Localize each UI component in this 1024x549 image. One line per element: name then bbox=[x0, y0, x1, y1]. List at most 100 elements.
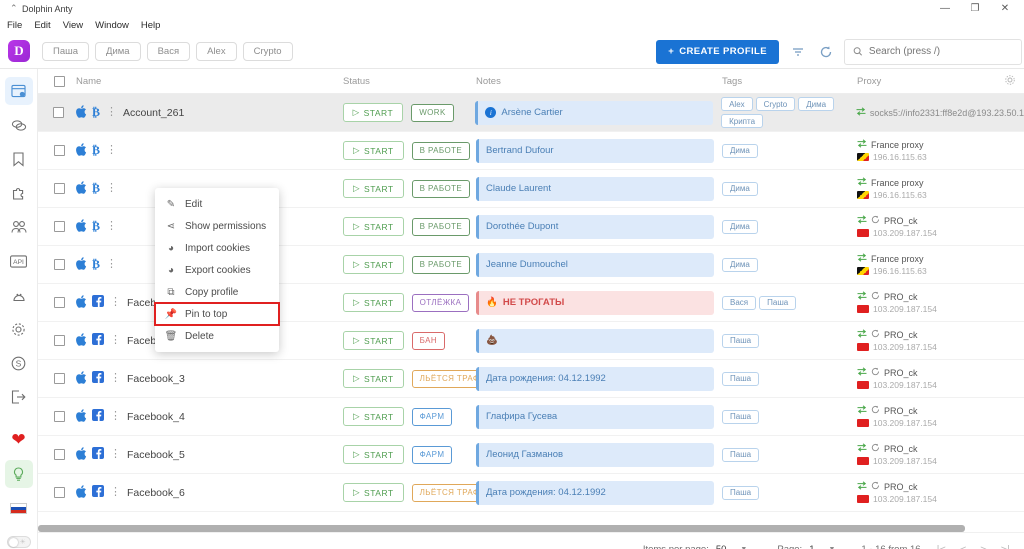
tag-chip[interactable]: Дима bbox=[722, 143, 758, 158]
search-box[interactable] bbox=[844, 38, 1022, 65]
context-menu-item-delete[interactable]: 🗑 Delete bbox=[155, 325, 279, 347]
start-button[interactable]: ▷ START bbox=[343, 141, 404, 160]
filter-chip[interactable]: Вася bbox=[146, 41, 191, 61]
header-proxy[interactable]: Proxy bbox=[853, 74, 1024, 89]
first-page-button[interactable]: |< bbox=[937, 544, 946, 549]
start-button[interactable]: ▷ START bbox=[342, 103, 404, 122]
row-menu-icon[interactable]: ⋮ bbox=[110, 373, 121, 384]
profile-name-cell[interactable]: ⋮ Facebook_4 bbox=[68, 408, 343, 425]
favorites-icon[interactable]: ❤ bbox=[5, 426, 33, 454]
row-menu-icon[interactable]: ⋮ bbox=[106, 259, 117, 270]
notes-cell[interactable]: Леонид Газманов bbox=[476, 442, 720, 467]
row-checkbox[interactable] bbox=[53, 487, 65, 498]
row-menu-icon[interactable]: ⋮ bbox=[110, 449, 121, 460]
tag-chip[interactable]: Паша bbox=[722, 409, 760, 424]
start-button[interactable]: ▷ START bbox=[343, 255, 404, 274]
notes-cell[interactable]: Jeanne Dumouchel bbox=[476, 252, 720, 277]
tag-chip[interactable]: Дима bbox=[722, 219, 758, 234]
proxy-cell[interactable]: PRO_ck 103.209.187.154 bbox=[853, 291, 1024, 314]
note-chip[interactable]: Claude Laurent bbox=[476, 176, 714, 201]
app-logo[interactable]: D bbox=[0, 40, 38, 62]
menu-window[interactable]: Window bbox=[95, 20, 129, 31]
note-chip[interactable]: Дата рождения: 04.12.1992 bbox=[476, 366, 714, 391]
start-button[interactable]: ▷ START bbox=[343, 217, 404, 236]
notes-cell[interactable]: Claude Laurent bbox=[476, 176, 720, 201]
row-checkbox[interactable] bbox=[53, 259, 65, 270]
proxy-cell[interactable]: PRO_ck 103.209.187.154 bbox=[853, 329, 1024, 352]
notes-cell[interactable]: 🔥 НЕ ТРОГАТЫ bbox=[476, 290, 720, 315]
row-select-cell[interactable] bbox=[38, 449, 68, 460]
table-row[interactable]: ₿ ⋮ ▷ START В РАБОТЕ Bertrand Dufour Дима Franc… bbox=[38, 132, 1024, 170]
filter-icon[interactable] bbox=[788, 42, 807, 61]
status-badge[interactable]: ФАРМ bbox=[411, 407, 453, 426]
next-page-button[interactable]: > bbox=[980, 544, 986, 549]
status-badge[interactable]: В РАБОТЕ bbox=[411, 141, 471, 160]
notes-cell[interactable]: i Arsène Cartier bbox=[475, 100, 719, 125]
minimize-button[interactable]: — bbox=[930, 0, 960, 17]
header-select-all[interactable] bbox=[38, 75, 68, 87]
start-button[interactable]: ▷ START bbox=[343, 483, 404, 502]
row-checkbox[interactable] bbox=[53, 107, 65, 118]
extensions-icon[interactable] bbox=[5, 179, 33, 207]
logout-icon[interactable] bbox=[5, 383, 33, 411]
proxy-cell[interactable]: PRO_ck 103.209.187.154 bbox=[853, 481, 1024, 504]
row-select-cell[interactable] bbox=[38, 373, 68, 384]
team-icon[interactable] bbox=[5, 213, 33, 241]
context-menu-item-edit[interactable]: ✎ Edit bbox=[155, 193, 279, 215]
menu-view[interactable]: View bbox=[63, 20, 83, 31]
browser-profiles-icon[interactable] bbox=[4, 77, 33, 105]
tips-icon[interactable] bbox=[4, 460, 33, 488]
table-row[interactable]: ⋮ Facebook_3 ▷ START ЛЬЁТСЯ ТРАФ Дата рождени… bbox=[38, 360, 1024, 398]
context-menu-item-export-cookies[interactable]: ◕ Export cookies bbox=[155, 259, 279, 281]
row-checkbox[interactable] bbox=[53, 183, 65, 194]
table-row[interactable]: ⋮ Facebook_5 ▷ START ФАРМ Леонид Газманов Паша… bbox=[38, 436, 1024, 474]
profile-name-cell[interactable]: ⋮ Facebook_6 bbox=[68, 484, 343, 501]
start-button[interactable]: ▷ START bbox=[343, 369, 404, 388]
automation-icon[interactable] bbox=[5, 281, 33, 309]
status-badge[interactable]: В РАБОТЕ bbox=[411, 179, 471, 198]
note-chip[interactable]: Дата рождения: 04.12.1992 bbox=[476, 480, 714, 505]
status-badge[interactable]: В РАБОТЕ bbox=[411, 255, 471, 274]
proxy-cell[interactable]: PRO_ck 103.209.187.154 bbox=[853, 367, 1024, 390]
row-checkbox[interactable] bbox=[53, 373, 65, 384]
notes-cell[interactable]: Дата рождения: 04.12.1992 bbox=[476, 366, 720, 391]
tag-chip[interactable]: Вася bbox=[722, 295, 757, 310]
start-button[interactable]: ▷ START bbox=[343, 179, 404, 198]
filter-chip[interactable]: Alex bbox=[196, 41, 237, 61]
status-badge[interactable]: ОТЛЁЖКА bbox=[411, 293, 470, 312]
theme-toggle[interactable]: ☀ bbox=[5, 528, 33, 549]
page-select[interactable]: 1 ▼ bbox=[809, 544, 835, 549]
table-row[interactable]: ⋮ Facebook_6 ▷ START ЛЬЁТСЯ ТРАФ Дата рождени… bbox=[38, 474, 1024, 512]
start-button[interactable]: ▷ START bbox=[343, 407, 404, 426]
row-menu-icon[interactable]: ⋮ bbox=[110, 487, 121, 498]
cookies-icon[interactable] bbox=[5, 111, 33, 139]
last-page-button[interactable]: >| bbox=[1001, 544, 1010, 549]
scrollbar-thumb[interactable] bbox=[38, 525, 965, 532]
status-badge[interactable]: БАН bbox=[411, 331, 446, 350]
row-menu-icon[interactable]: ⋮ bbox=[106, 145, 117, 156]
notes-cell[interactable]: Bertrand Dufour bbox=[476, 138, 720, 163]
profile-name-cell[interactable]: ⋮ Facebook_5 bbox=[68, 446, 343, 463]
prev-page-button[interactable]: < bbox=[960, 544, 966, 549]
tag-chip[interactable]: Паша bbox=[722, 485, 760, 500]
notes-cell[interactable]: Глафира Гусева bbox=[476, 404, 720, 429]
proxy-cell[interactable]: PRO_ck 103.209.187.154 bbox=[853, 215, 1024, 238]
row-select-cell[interactable] bbox=[38, 107, 68, 118]
row-select-cell[interactable] bbox=[38, 183, 68, 194]
status-badge[interactable]: В РАБОТЕ bbox=[411, 217, 471, 236]
tag-chip[interactable]: Дима bbox=[722, 257, 758, 272]
tag-chip[interactable]: Дима bbox=[798, 97, 835, 111]
proxy-cell[interactable]: socks5://info2331:ff8e2d@193.23.50.1 bbox=[852, 107, 1024, 118]
api-icon[interactable]: API bbox=[5, 247, 33, 275]
profile-name-cell[interactable]: ₿ ⋮ Account_261 bbox=[68, 104, 343, 121]
header-notes[interactable]: Notes bbox=[476, 76, 720, 87]
header-name[interactable]: Name bbox=[68, 76, 343, 87]
header-status[interactable]: Status bbox=[343, 76, 476, 87]
tag-chip[interactable]: Паша bbox=[759, 295, 797, 310]
tag-chip[interactable]: Паша bbox=[722, 371, 760, 386]
notes-cell[interactable]: Дата рождения: 04.12.1992 bbox=[476, 480, 720, 505]
row-menu-icon[interactable]: ⋮ bbox=[110, 297, 121, 308]
tag-chip[interactable]: Паша bbox=[722, 333, 760, 348]
table-row[interactable]: ⋮ Facebook_4 ▷ START ФАРМ Глафира Гусева Паша P… bbox=[38, 398, 1024, 436]
select-all-checkbox[interactable] bbox=[53, 75, 65, 87]
